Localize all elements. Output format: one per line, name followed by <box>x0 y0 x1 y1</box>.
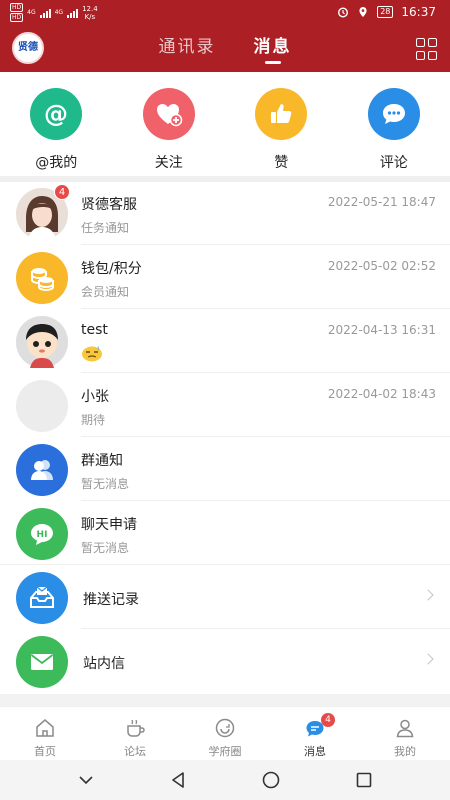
nav-forum[interactable]: 论坛 <box>90 707 180 760</box>
cartoon-boy-avatar <box>16 316 68 368</box>
thumbs-up-icon <box>255 88 308 140</box>
network1-label: 4G <box>27 8 36 16</box>
bottom-nav: 首页 论坛 学府圈 4 消息 我的 <box>0 706 450 760</box>
blank-avatar <box>16 380 68 432</box>
envelope-icon <box>16 636 68 688</box>
entry-station-mail[interactable]: 站内信 <box>0 629 450 693</box>
nav-messages[interactable]: 4 消息 <box>270 707 360 760</box>
quick-action-label: 评论 <box>379 155 408 171</box>
battery-level: 28 <box>377 6 394 18</box>
home-circle-icon[interactable] <box>261 770 281 790</box>
entry-push-records[interactable]: 推送记录 <box>0 565 450 629</box>
conversation-preview: 期待 <box>81 413 106 427</box>
network-speed-value: 12.4 <box>82 4 98 13</box>
refresh-circle-icon <box>215 718 235 738</box>
app-header: HD HD 4G 4G 12.4 K/s 28 16:37 贤德 通讯录 消息 <box>0 0 450 72</box>
group-icon <box>16 444 68 496</box>
nav-label: 论坛 <box>124 745 146 758</box>
girl-photo-avatar: 4 <box>16 184 70 240</box>
section-divider <box>0 694 450 706</box>
quick-action-label: @我的 <box>35 155 78 171</box>
clock: 16:37 <box>401 5 436 19</box>
at-icon: @ <box>30 88 83 140</box>
recent-apps-icon[interactable] <box>354 770 374 790</box>
quick-action-comment[interactable]: 评论 <box>354 88 434 176</box>
list-item[interactable]: 4 贤德客服 任务通知 2022-05-21 18:47 <box>0 181 450 245</box>
nav-label: 消息 <box>304 745 326 758</box>
conversation-name: test <box>81 322 108 338</box>
alarm-icon <box>338 7 349 18</box>
conversation-time: 2022-04-13 16:31 <box>327 323 436 337</box>
nav-mine[interactable]: 我的 <box>360 707 450 760</box>
conversation-preview: 任务通知 <box>81 221 130 235</box>
conversation-name: 聊天申请 <box>81 517 137 533</box>
grid-icon[interactable] <box>416 38 438 60</box>
chevron-right-icon <box>422 653 434 665</box>
sim1-tag: HD <box>10 3 24 12</box>
entry-label: 站内信 <box>83 656 125 672</box>
comment-icon <box>367 88 420 140</box>
conversation-preview: 会员通知 <box>81 285 130 299</box>
nav-label: 学府圈 <box>208 745 242 758</box>
nav-label: 我的 <box>394 745 416 758</box>
list-item[interactable]: 群通知 暂无消息 <box>0 437 450 501</box>
list-item[interactable]: test 2022-04-13 16:31 <box>0 309 450 373</box>
sweat-face-emoji <box>82 346 102 362</box>
person-icon <box>396 719 414 738</box>
tab-messages[interactable]: 消息 <box>254 34 292 64</box>
entry-label: 推送记录 <box>83 592 139 608</box>
list-item[interactable]: HI 聊天申请 暂无消息 <box>0 501 450 565</box>
header-tabs: 通讯录 消息 <box>0 34 450 68</box>
quick-action-at-me[interactable]: @ @我的 <box>16 88 96 176</box>
sim2-tag: HD <box>10 13 24 22</box>
network-speed-unit: K/s <box>84 12 96 21</box>
network2-label: 4G <box>54 8 64 16</box>
conversation-name: 群通知 <box>81 453 123 469</box>
signal2-icon <box>67 8 79 18</box>
heart-plus-icon <box>142 88 195 140</box>
chevron-down-icon[interactable] <box>76 770 96 790</box>
nav-home[interactable]: 首页 <box>0 707 90 760</box>
status-signal-group: HD HD 4G 4G 12.4 K/s <box>10 3 98 22</box>
svg-text:HI: HI <box>37 530 48 540</box>
quick-action-label: 关注 <box>154 155 183 171</box>
list-item[interactable]: 小张 期待 2022-04-02 18:43 <box>0 373 450 437</box>
conversation-name: 贤德客服 <box>81 197 137 213</box>
tab-contacts[interactable]: 通讯录 <box>159 34 216 64</box>
inbox-mail-icon <box>16 572 68 624</box>
svg-text:@: @ <box>44 100 68 128</box>
quick-actions: @ @我的 关注 赞 评论 <box>0 72 450 176</box>
coins-icon <box>16 252 68 304</box>
coffee-icon <box>127 719 145 737</box>
conversation-preview: 暂无消息 <box>81 541 130 555</box>
hi-bubble-icon: HI <box>16 508 68 560</box>
quick-action-label: 赞 <box>274 155 289 171</box>
message-list: 4 贤德客服 任务通知 2022-05-21 18:47 钱包/积分 会员通知 … <box>0 181 450 693</box>
signal1-icon <box>39 8 51 18</box>
nav-unread-badge: 4 <box>321 713 335 727</box>
nav-academy-circle[interactable]: 学府圈 <box>180 707 270 760</box>
nav-label: 首页 <box>34 745 56 758</box>
quick-action-follow[interactable]: 关注 <box>129 88 209 176</box>
unread-badge: 4 <box>54 184 70 200</box>
location-icon <box>359 7 367 17</box>
quick-action-like[interactable]: 赞 <box>241 88 321 176</box>
status-right-group: 28 16:37 <box>337 5 436 19</box>
chevron-right-icon <box>422 589 434 601</box>
conversation-preview: 暂无消息 <box>81 477 130 491</box>
list-item[interactable]: 钱包/积分 会员通知 2022-05-02 02:52 <box>0 245 450 309</box>
network-speed: 12.4 K/s <box>82 5 98 21</box>
conversation-name: 小张 <box>81 389 109 405</box>
conversation-time: 2022-05-21 18:47 <box>327 195 436 209</box>
status-bar: HD HD 4G 4G 12.4 K/s 28 16:37 <box>0 0 450 24</box>
home-icon <box>36 719 54 737</box>
conversation-time: 2022-04-02 18:43 <box>327 387 436 401</box>
back-icon[interactable] <box>169 770 189 790</box>
system-nav-bar <box>0 760 450 800</box>
conversation-name: 钱包/积分 <box>81 261 142 277</box>
conversation-time: 2022-05-02 02:52 <box>327 259 436 273</box>
